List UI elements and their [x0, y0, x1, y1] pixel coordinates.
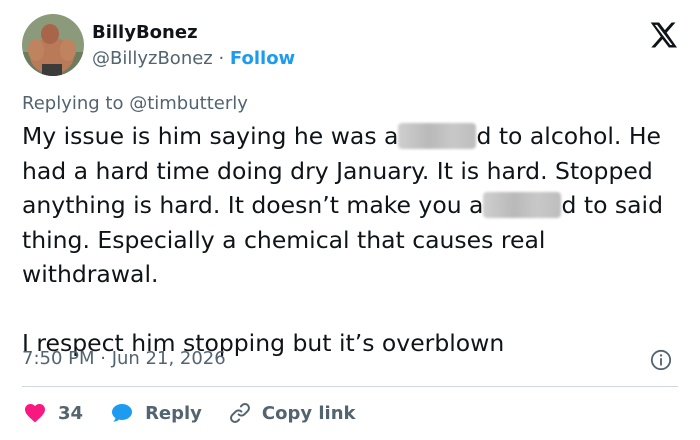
reply-button[interactable]: Reply — [109, 401, 202, 425]
replying-prefix: Replying to — [22, 93, 130, 114]
author-name[interactable]: BillyBonez — [92, 22, 198, 43]
replying-to: Replying to @timbutterly — [22, 93, 248, 114]
like-button[interactable]: 34 — [22, 401, 83, 425]
copy-link-button[interactable]: Copy link — [228, 401, 356, 425]
replying-mention[interactable]: @timbutterly — [129, 93, 248, 114]
info-icon[interactable] — [650, 349, 672, 371]
redacted-word-2 — [483, 191, 562, 218]
like-count: 34 — [58, 402, 84, 424]
timestamp[interactable]: 7:50 PM · Jun 21, 2026 — [22, 348, 226, 369]
x-logo-icon[interactable] — [648, 20, 678, 50]
action-bar: 34 Reply Copy link — [22, 398, 382, 428]
avatar-image — [22, 14, 84, 76]
author-handle-line: @BillyzBonez · Follow — [92, 48, 295, 69]
avatar[interactable] — [22, 14, 84, 76]
redacted-word-1 — [398, 122, 477, 149]
separator-dot: · — [212, 48, 230, 69]
link-icon — [229, 403, 250, 423]
speech-bubble-icon — [112, 404, 133, 422]
tweet-body: My issue is him saying he was ad to alco… — [22, 119, 686, 360]
tweet-paragraph-1: My issue is him saying he was ad to alco… — [22, 119, 686, 292]
reply-label: Reply — [145, 402, 202, 424]
body-text-a: My issue is him saying he was a — [22, 122, 399, 150]
author-handle[interactable]: @BillyzBonez — [92, 48, 213, 69]
follow-button[interactable]: Follow — [230, 48, 295, 69]
copy-link-label: Copy link — [261, 402, 356, 424]
heart-icon — [25, 404, 45, 423]
divider — [22, 386, 678, 387]
